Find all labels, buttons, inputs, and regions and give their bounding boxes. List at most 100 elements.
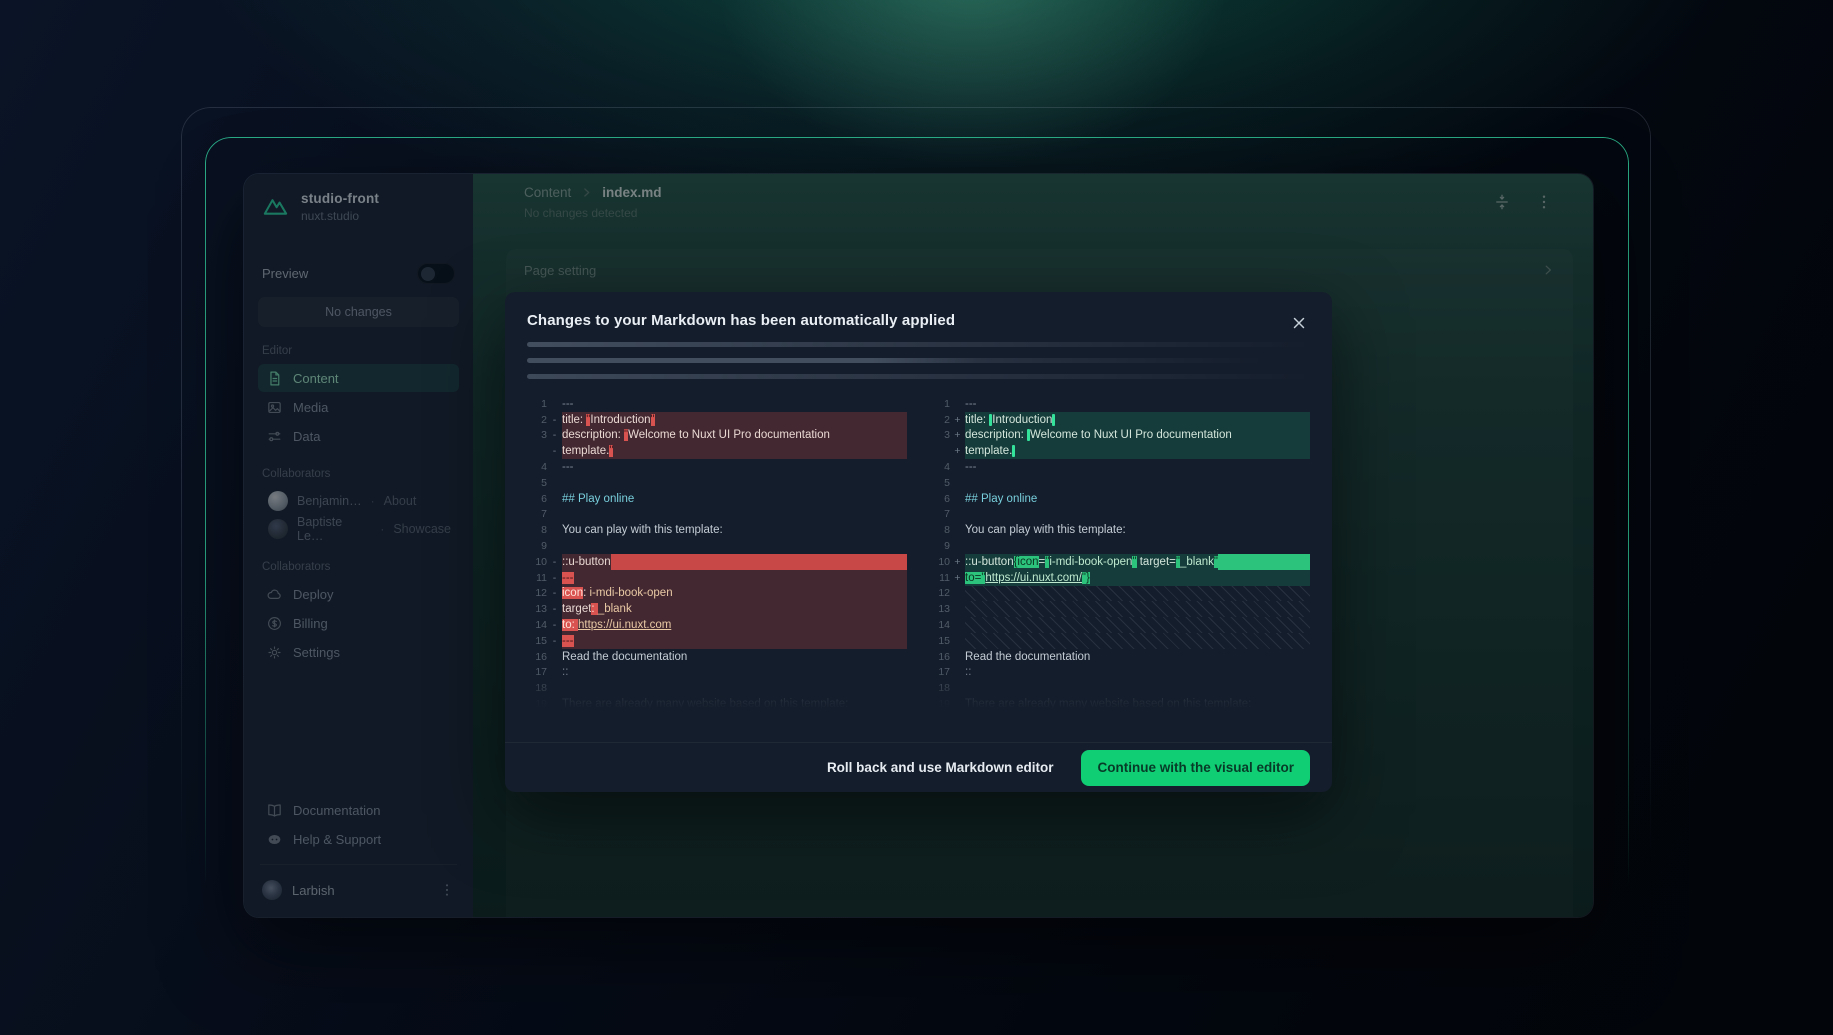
diff-marker: + <box>950 414 965 426</box>
line-number: 13 <box>930 603 950 615</box>
code-text: ::u-button{icon="i-mdi-book-open" target… <box>965 554 1310 570</box>
line-number: 8 <box>930 524 950 536</box>
code-text: ::u-button <box>562 554 907 570</box>
code-text: ## Play online <box>965 491 1310 507</box>
diff-marker: - <box>547 587 562 599</box>
diff-marker: - <box>547 635 562 647</box>
code-text: You can play with this template: <box>965 522 1310 538</box>
code-line: 3+description: Welcome to Nuxt UI Pro do… <box>930 428 1310 444</box>
line-number: 1 <box>527 398 547 410</box>
code-line: 9 <box>930 538 1310 554</box>
code-line: 5 <box>930 475 1310 491</box>
code-line: 15 <box>930 633 1310 649</box>
code-text: Read the documentation <box>965 649 1310 665</box>
line-number: 16 <box>527 651 547 663</box>
code-line: 11+to="https://ui.nuxt.com/"} <box>930 570 1310 586</box>
code-text <box>965 617 1310 633</box>
modal-footer: Roll back and use Markdown editor Contin… <box>505 742 1332 792</box>
line-number: 14 <box>930 619 950 631</box>
code-line: 7 <box>527 507 907 523</box>
code-text <box>965 680 1310 696</box>
code-text: There are already many website based on … <box>562 696 907 712</box>
diff-marker: - <box>547 429 562 441</box>
code-text: title: "Introduction" <box>562 412 907 428</box>
code-line: 6 ## Play online <box>930 491 1310 507</box>
code-line: 15---- <box>527 633 907 649</box>
code-line: 7 <box>930 507 1310 523</box>
skeleton-text-bars <box>527 342 1310 379</box>
diff-marker: - <box>547 619 562 631</box>
code-line: 12 <box>930 586 1310 602</box>
code-line: 16Read the documentation <box>930 649 1310 665</box>
line-number: 6 <box>930 493 950 505</box>
line-number: 15 <box>527 635 547 647</box>
code-line: 1 --- <box>527 396 907 412</box>
line-number: 12 <box>527 587 547 599</box>
line-number: 19 <box>930 698 950 710</box>
code-text <box>965 601 1310 617</box>
diff-marker: - <box>547 572 562 584</box>
line-number: 5 <box>930 477 950 489</box>
line-fill <box>1218 554 1310 570</box>
line-number: 14 <box>527 619 547 631</box>
line-number: 11 <box>930 572 950 584</box>
markdown-changes-modal: Changes to your Markdown has been automa… <box>505 292 1332 792</box>
code-text: description: "Welcome to Nuxt UI Pro doc… <box>562 428 907 444</box>
code-text: You can play with this template: <box>562 522 907 538</box>
line-number: 9 <box>930 540 950 552</box>
diff-marker: - <box>547 445 562 457</box>
code-line: 10+::u-button{icon="i-mdi-book-open" tar… <box>930 554 1310 570</box>
code-text <box>562 680 907 696</box>
code-line: 4 --- <box>930 459 1310 475</box>
line-number: 8 <box>527 524 547 536</box>
modal-title: Changes to your Markdown has been automa… <box>527 312 1310 329</box>
code-line: -template." <box>527 443 907 459</box>
code-text <box>965 586 1310 602</box>
diff-marker: - <box>547 556 562 568</box>
code-line: 14-to: https://ui.nuxt.com <box>527 617 907 633</box>
code-text: There are already many website based on … <box>965 696 1310 712</box>
code-line: 19There are already many website based o… <box>527 696 907 712</box>
code-text: --- <box>562 396 907 412</box>
code-text: icon: i-mdi-book-open <box>562 586 907 602</box>
code-line: +template. <box>930 443 1310 459</box>
line-number: 12 <box>930 587 950 599</box>
code-line: 5 <box>527 475 907 491</box>
code-text: --- <box>965 396 1310 412</box>
code-text: target: _blank <box>562 601 907 617</box>
diff-marker: - <box>547 603 562 615</box>
code-line: 14 <box>930 617 1310 633</box>
diff-marker: + <box>950 445 965 457</box>
code-text <box>965 633 1310 649</box>
line-number: 15 <box>930 635 950 647</box>
code-text <box>965 507 1310 523</box>
code-text <box>562 507 907 523</box>
code-text: title: Introduction <box>965 412 1310 428</box>
markdown-diff: 1---2-title: "Introduction"3-description… <box>505 379 1332 712</box>
code-text: template." <box>562 443 907 459</box>
code-text: Read the documentation <box>562 649 907 665</box>
continue-visual-editor-button[interactable]: Continue with the visual editor <box>1081 750 1310 786</box>
line-number: 10 <box>930 556 950 568</box>
rollback-button[interactable]: Roll back and use Markdown editor <box>827 760 1054 775</box>
diff-marker: + <box>950 556 965 568</box>
code-line: 19 There are already many website based o… <box>930 696 1310 712</box>
code-line: 8 You can play with this template: <box>527 522 907 538</box>
code-line: 2-title: "Introduction" <box>527 412 907 428</box>
line-number: 4 <box>930 461 950 473</box>
line-number: 7 <box>527 508 547 520</box>
code-text <box>965 475 1310 491</box>
code-text: to: https://ui.nuxt.com <box>562 617 907 633</box>
line-number: 13 <box>527 603 547 615</box>
code-text: :: <box>562 665 907 681</box>
code-text: --- <box>965 459 1310 475</box>
code-line: 10-::u-button <box>527 554 907 570</box>
code-text: ## Play online <box>562 491 907 507</box>
diff-marker: - <box>547 414 562 426</box>
line-number: 10 <box>527 556 547 568</box>
code-line: 13 <box>930 601 1310 617</box>
line-number: 9 <box>527 540 547 552</box>
close-icon[interactable] <box>1290 314 1308 332</box>
diff-marker: + <box>950 429 965 441</box>
code-text: template. <box>965 443 1310 459</box>
